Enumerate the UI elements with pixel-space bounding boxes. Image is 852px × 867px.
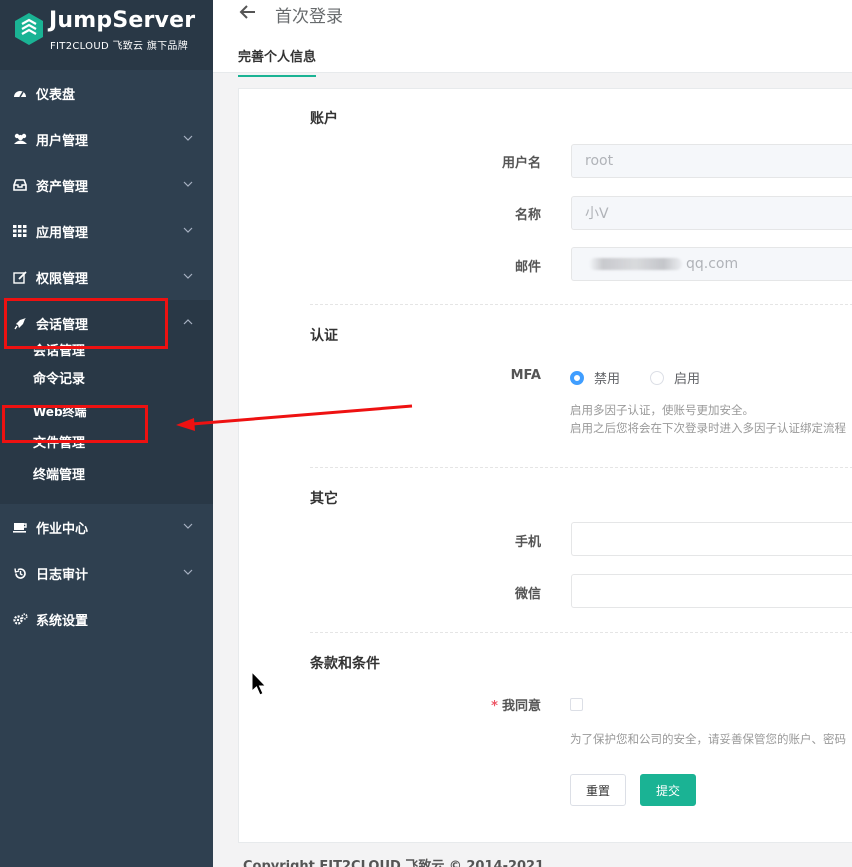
sidebar-item-dashboard[interactable]: 仪表盘 bbox=[0, 70, 213, 116]
sidebar-submenu-sessions: 会话管理 命令记录 Web终端 文件管理 终端管理 bbox=[0, 340, 213, 504]
mfa-help-1: 启用多因子认证，使账号更加安全。 bbox=[570, 403, 754, 417]
sidebar-item-users[interactable]: 用户管理 bbox=[0, 116, 213, 162]
history-icon bbox=[12, 566, 28, 580]
mouse-cursor-icon bbox=[251, 671, 267, 696]
sidebar-nav: 仪表盘 用户管理 资产管理 应用管理 权限管理 会话管理 会话管理 命令记录 W… bbox=[0, 70, 213, 642]
gears-icon bbox=[12, 612, 28, 626]
sidebar-item-label: 会话管理 bbox=[36, 317, 89, 333]
tab-complete-profile[interactable]: 完善个人信息 bbox=[238, 46, 317, 77]
footer-copyright: Copyright FIT2CLOUD 飞致云 © 2014-2021 bbox=[243, 859, 545, 867]
name-field: 小V bbox=[571, 196, 852, 230]
submit-button[interactable]: 提交 bbox=[640, 774, 696, 806]
chevron-down-icon bbox=[183, 273, 193, 279]
sidebar-subitem-web-terminal[interactable]: Web终端 bbox=[0, 396, 213, 428]
sidebar-item-applications[interactable]: 应用管理 bbox=[0, 208, 213, 254]
edit-icon bbox=[12, 270, 28, 284]
brand-name: JumpServer bbox=[49, 8, 196, 33]
email-value: qq.com bbox=[686, 256, 739, 272]
username-field: root bbox=[571, 144, 852, 178]
divider bbox=[310, 304, 852, 305]
section-title-account: 账户 bbox=[310, 111, 338, 127]
logo[interactable]: JumpServer FIT2CLOUD 飞致云 旗下品牌 bbox=[0, 0, 213, 70]
agree-checkbox[interactable] bbox=[570, 698, 583, 711]
sidebar-item-permissions[interactable]: 权限管理 bbox=[0, 254, 213, 300]
chevron-down-icon bbox=[183, 181, 193, 187]
sidebar-item-label: 资产管理 bbox=[36, 179, 89, 195]
sidebar-item-sessions[interactable]: 会话管理 bbox=[0, 300, 213, 346]
chevron-up-icon bbox=[183, 319, 193, 325]
mfa-radio-enable[interactable] bbox=[650, 371, 664, 385]
wechat-label: 微信 bbox=[514, 587, 541, 602]
coffee-icon bbox=[12, 520, 28, 534]
chevron-down-icon bbox=[183, 569, 193, 575]
sidebar-item-label: 应用管理 bbox=[36, 225, 89, 241]
email-blurred-prefix bbox=[589, 258, 682, 270]
grid-icon bbox=[12, 224, 28, 238]
sidebar-item-label: 用户管理 bbox=[36, 133, 89, 149]
section-title-auth: 认证 bbox=[310, 328, 338, 344]
name-label: 名称 bbox=[514, 208, 541, 223]
brand-tagline: FIT2CLOUD 飞致云 旗下品牌 bbox=[50, 41, 189, 52]
username-value: root bbox=[585, 153, 614, 169]
sidebar-subitem-command-records[interactable]: 命令记录 bbox=[0, 364, 213, 396]
email-label: 邮件 bbox=[514, 260, 541, 275]
reset-button[interactable]: 重置 bbox=[570, 774, 626, 806]
mfa-radio-enable-label[interactable]: 启用 bbox=[674, 368, 700, 387]
dashboard-icon bbox=[12, 86, 28, 100]
sidebar-group-sessions: 会话管理 会话管理 命令记录 Web终端 文件管理 终端管理 bbox=[0, 300, 213, 504]
section-title-other: 其它 bbox=[310, 491, 338, 507]
sidebar-subitem-terminal-manage[interactable]: 终端管理 bbox=[0, 460, 213, 492]
wechat-input[interactable] bbox=[571, 574, 852, 608]
divider bbox=[310, 467, 852, 468]
agree-label-text: 我同意 bbox=[501, 699, 541, 714]
phone-label: 手机 bbox=[514, 535, 541, 550]
phone-input[interactable] bbox=[571, 522, 852, 556]
divider bbox=[310, 632, 852, 633]
mfa-radio-disable-label[interactable]: 禁用 bbox=[594, 368, 620, 387]
section-title-terms: 条款和条件 bbox=[310, 656, 380, 672]
arrow-left-icon[interactable] bbox=[239, 2, 257, 22]
page-header: 首次登录 完善个人信息 bbox=[213, 0, 852, 77]
name-value: 小V bbox=[585, 206, 609, 222]
sidebar-item-label: 权限管理 bbox=[36, 271, 89, 287]
agree-label: * 我同意 bbox=[421, 695, 541, 714]
jumpserver-logo-icon bbox=[15, 13, 43, 45]
sidebar-item-jobs[interactable]: 作业中心 bbox=[0, 504, 213, 550]
rocket-icon bbox=[12, 316, 28, 330]
chevron-down-icon bbox=[183, 227, 193, 233]
sidebar-item-label: 日志审计 bbox=[36, 567, 89, 583]
chevron-down-icon bbox=[183, 135, 193, 141]
sidebar-item-label: 仪表盘 bbox=[36, 87, 76, 103]
required-mark: * bbox=[491, 699, 498, 714]
inbox-icon bbox=[12, 178, 28, 192]
mfa-label: MFA bbox=[510, 368, 541, 383]
chevron-down-icon bbox=[183, 523, 193, 529]
mfa-help-2: 启用之后您将会在下次登录时进入多因子认证绑定流程 bbox=[570, 421, 846, 435]
username-label: 用户名 bbox=[501, 156, 541, 171]
profile-form-card: 账户 用户名 root 名称 小V 邮件 qq.com 认证 MFA 禁用 启用… bbox=[238, 88, 852, 843]
sidebar-item-label: 系统设置 bbox=[36, 613, 89, 629]
agree-help: 为了保护您和公司的安全，请妥善保管您的账户、密码 bbox=[570, 732, 846, 746]
email-field: qq.com bbox=[571, 247, 852, 281]
sidebar-item-settings[interactable]: 系统设置 bbox=[0, 596, 213, 642]
sidebar-item-audit[interactable]: 日志审计 bbox=[0, 550, 213, 596]
sidebar: JumpServer FIT2CLOUD 飞致云 旗下品牌 仪表盘 用户管理 资… bbox=[0, 0, 213, 867]
page-title: 首次登录 bbox=[275, 7, 343, 27]
sidebar-subitem-file-manage[interactable]: 文件管理 bbox=[0, 428, 213, 460]
sidebar-item-assets[interactable]: 资产管理 bbox=[0, 162, 213, 208]
sidebar-item-label: 作业中心 bbox=[36, 521, 89, 537]
users-icon bbox=[12, 132, 28, 146]
mfa-radio-disable[interactable] bbox=[570, 371, 584, 385]
